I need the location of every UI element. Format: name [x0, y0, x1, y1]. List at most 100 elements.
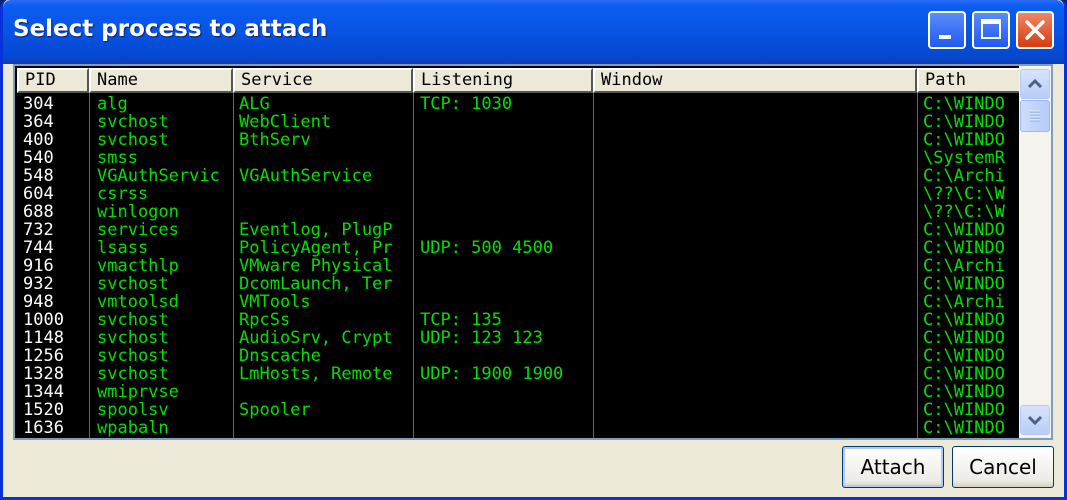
column-header-path[interactable]: Path — [917, 68, 1023, 93]
table-row[interactable]: 732 services Eventlog, PlugP C:\WINDO — [15, 221, 1019, 239]
cell-listening — [420, 347, 600, 365]
cell-pid: 744 — [23, 239, 54, 257]
cell-pid: 548 — [23, 167, 54, 185]
table-row[interactable]: 604 csrss \??\C:\W — [15, 185, 1019, 203]
cell-pid: 916 — [23, 257, 54, 275]
attach-button[interactable]: Attach — [842, 446, 944, 488]
cell-name: wmiprvse — [97, 383, 179, 401]
cell-path: C:\Archi — [923, 293, 1005, 311]
scroll-thumb[interactable] — [1020, 100, 1050, 132]
cell-listening: UDP: 123 123 — [420, 329, 543, 347]
cell-window — [600, 113, 920, 131]
table-row[interactable]: 364 svchost WebClient C:\WINDO — [15, 113, 1019, 131]
maximize-button[interactable] — [972, 11, 1010, 49]
cell-service: WebClient — [239, 113, 332, 131]
cell-path: C:\Archi — [923, 167, 1005, 185]
cell-service — [239, 203, 423, 221]
table-row[interactable]: 1520 spoolsv Spooler C:\WINDO — [15, 401, 1019, 419]
column-header-pid[interactable]: PID — [17, 68, 89, 93]
cell-service: Dnscache — [239, 347, 321, 365]
cell-service: Spooler — [239, 401, 311, 419]
cell-pid: 932 — [23, 275, 54, 293]
cell-listening — [420, 401, 600, 419]
cell-path: \??\C:\W — [923, 185, 1005, 203]
table-row[interactable]: 916 vmacthlp VMware Physical C:\Archi — [15, 257, 1019, 275]
column-header-window[interactable]: Window — [593, 68, 917, 93]
table-row[interactable]: 548 VGAuthServic VGAuthService C:\Archi — [15, 167, 1019, 185]
cell-path: C:\Archi — [923, 257, 1005, 275]
table-row[interactable]: 1256 svchost Dnscache C:\WINDO — [15, 347, 1019, 365]
cell-listening — [420, 383, 600, 401]
scroll-down-button[interactable] — [1020, 405, 1050, 435]
table-row[interactable]: 688 winlogon \??\C:\W — [15, 203, 1019, 221]
cell-name: winlogon — [97, 203, 179, 221]
cell-name: smss — [97, 149, 138, 167]
cell-pid: 400 — [23, 131, 54, 149]
scroll-up-button[interactable] — [1020, 69, 1050, 99]
cell-pid: 1636 — [23, 419, 64, 437]
cell-service — [239, 383, 423, 401]
table-row[interactable]: 1000 svchost RpcSs TCP: 135 C:\WINDO — [15, 311, 1019, 329]
process-list[interactable]: PID Name Service Listening Window Path 3… — [13, 64, 1053, 440]
cell-window — [600, 167, 920, 185]
cell-listening: TCP: 135 — [420, 311, 502, 329]
cell-window — [600, 293, 920, 311]
cell-path: C:\WINDO — [923, 401, 1005, 419]
cancel-button[interactable]: Cancel — [952, 446, 1054, 488]
cell-path: C:\WINDO — [923, 329, 1005, 347]
cell-name: svchost — [97, 365, 169, 383]
cell-name: svchost — [97, 275, 169, 293]
table-row[interactable]: 1328 svchost LmHosts, Remote UDP: 1900 1900… — [15, 365, 1019, 383]
table-row[interactable]: 304 alg ALG TCP: 1030 C:\WINDO — [15, 95, 1019, 113]
cell-pid: 604 — [23, 185, 54, 203]
scroll-grip-icon — [1030, 110, 1040, 122]
cell-service: PolicyAgent, Pr — [239, 239, 393, 257]
table-row[interactable]: 540 smss \SystemR — [15, 149, 1019, 167]
cell-name: VGAuthServic — [97, 167, 220, 185]
column-header-name[interactable]: Name — [89, 68, 233, 93]
table-row[interactable]: 1148 svchost AudioSrv, Crypt UDP: 123 123 C:… — [15, 329, 1019, 347]
minimize-button[interactable] — [928, 11, 966, 49]
scroll-down-arrow-icon — [1027, 415, 1043, 426]
attach-process-dialog: Select process to attach PID Name Servic… — [0, 0, 1067, 500]
cell-path: C:\WINDO — [923, 311, 1005, 329]
close-icon — [1025, 20, 1045, 40]
cell-window — [600, 203, 920, 221]
cell-service: Eventlog, PlugP — [239, 221, 393, 239]
cell-listening — [420, 167, 600, 185]
cell-service — [239, 419, 423, 437]
cell-listening — [420, 131, 600, 149]
cell-pid: 1328 — [23, 365, 64, 383]
cell-path: C:\WINDO — [923, 347, 1005, 365]
cell-service: AudioSrv, Crypt — [239, 329, 393, 347]
cell-path: C:\WINDO — [923, 113, 1005, 131]
cell-service: VMTools — [239, 293, 311, 311]
cell-name: svchost — [97, 113, 169, 131]
column-header-service[interactable]: Service — [233, 68, 413, 93]
cell-name: vmtoolsd — [97, 293, 179, 311]
cell-window — [600, 221, 920, 239]
column-header-listening[interactable]: Listening — [413, 68, 593, 93]
close-button[interactable] — [1016, 11, 1054, 49]
cell-path: C:\WINDO — [923, 383, 1005, 401]
cell-window — [600, 257, 920, 275]
cell-listening — [420, 113, 600, 131]
table-row[interactable]: 1344 wmiprvse C:\WINDO — [15, 383, 1019, 401]
cell-window — [600, 401, 920, 419]
vertical-scrollbar[interactable] — [1019, 66, 1051, 438]
maximize-icon — [981, 19, 1001, 39]
table-row[interactable]: 744 lsass PolicyAgent, Pr UDP: 500 4500 C:\W… — [15, 239, 1019, 257]
cell-window — [600, 329, 920, 347]
cell-name: spoolsv — [97, 401, 169, 419]
cell-pid: 732 — [23, 221, 54, 239]
cell-path: C:\WINDO — [923, 419, 1005, 437]
table-row[interactable]: 1636 wpabaln C:\WINDO — [15, 419, 1019, 437]
title-bar[interactable]: Select process to attach — [3, 0, 1064, 64]
cell-listening — [420, 275, 600, 293]
table-row[interactable]: 932 svchost DcomLaunch, Ter C:\WINDO — [15, 275, 1019, 293]
cell-path: C:\WINDO — [923, 95, 1005, 113]
cell-path: C:\WINDO — [923, 239, 1005, 257]
cell-listening: UDP: 500 4500 — [420, 239, 554, 257]
table-row[interactable]: 400 svchost BthServ C:\WINDO — [15, 131, 1019, 149]
table-row[interactable]: 948 vmtoolsd VMTools C:\Archi — [15, 293, 1019, 311]
